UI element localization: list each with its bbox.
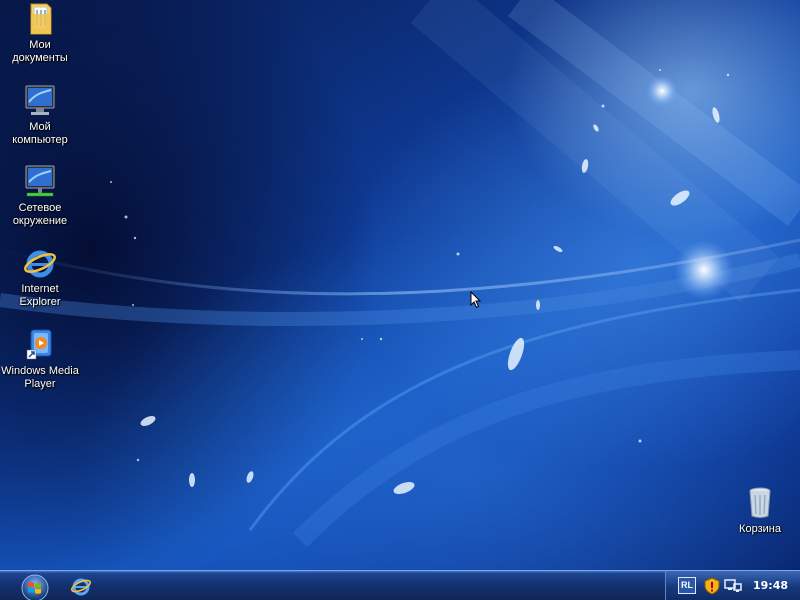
security-shield-icon[interactable] [704, 577, 720, 595]
desktop-icon-recycle-bin[interactable]: Корзина [720, 486, 800, 536]
taskbar: RL 19:48 [0, 570, 800, 600]
my-documents-folder-icon [30, 3, 52, 35]
desktop-icon-label: Корзина [739, 523, 781, 535]
language-indicator[interactable]: RL [678, 577, 696, 594]
desktop-icon-windows-media-player[interactable]: Windows Media Player [0, 328, 80, 391]
desktop-icon-internet-explorer[interactable]: Internet Explorer [0, 246, 80, 309]
system-tray: RL 19:48 [665, 571, 800, 600]
windows-orb-icon [21, 574, 49, 600]
desktop-icon-label: Мои документы [12, 39, 68, 64]
mouse-pointer-icon [470, 291, 482, 309]
desktop-icon-network-places[interactable]: Сетевое окружение [0, 165, 80, 228]
network-status-icon[interactable] [724, 578, 742, 594]
desktop-icon-my-computer[interactable]: Мой компьютер [0, 84, 80, 147]
recycle-bin-icon [749, 487, 771, 518]
desktop-icon-label: Windows Media Player [1, 365, 79, 390]
wallpaper-art [0, 0, 800, 548]
desktop-icon-label: Мой компьютер [12, 121, 68, 146]
windows-media-player-icon [26, 329, 52, 360]
network-places-icon [25, 165, 55, 197]
start-button[interactable] [14, 571, 56, 600]
desktop-wallpaper[interactable]: Мои документы Мой компьютер Сетевое окру… [0, 0, 800, 570]
desktop-icon-my-documents[interactable]: Мои документы [0, 2, 80, 65]
taskbar-clock[interactable]: 19:48 [753, 579, 788, 592]
desktop-icon-label: Сетевое окружение [12, 202, 68, 227]
internet-explorer-icon [70, 578, 92, 596]
internet-explorer-icon [24, 250, 56, 278]
desktop-icon-label: Internet Explorer [19, 283, 61, 308]
my-computer-icon [25, 85, 55, 115]
quick-launch-internet-explorer[interactable] [70, 575, 92, 597]
